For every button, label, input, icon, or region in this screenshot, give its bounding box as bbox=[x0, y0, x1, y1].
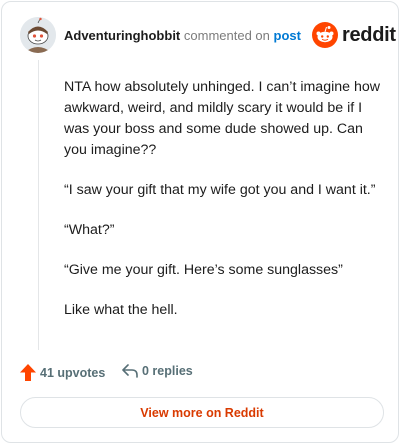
username-link[interactable]: Adventuringhobbit bbox=[64, 28, 180, 43]
comment-paragraph: NTA how absolutely unhinged. I can’t ima… bbox=[64, 79, 380, 158]
comment-paragraph: “What?” bbox=[64, 222, 115, 238]
snoo-avatar-icon bbox=[20, 17, 56, 53]
upvote-arrow-icon bbox=[20, 364, 36, 381]
replies-button[interactable]: 0 replies bbox=[122, 364, 193, 378]
user-avatar[interactable] bbox=[20, 17, 56, 53]
action-text: commented on bbox=[183, 28, 270, 43]
comment-body: NTA how absolutely unhinged. I can’t ima… bbox=[64, 77, 389, 340]
comment-embed-card: Adventuringhobbit commented on post redd… bbox=[1, 1, 399, 443]
upvotes-count: 41 upvotes bbox=[40, 365, 106, 380]
comment-paragraph: Like what the hell. bbox=[64, 302, 178, 318]
reddit-snoo-icon bbox=[312, 22, 338, 48]
replies-count: 0 replies bbox=[142, 364, 193, 378]
post-link[interactable]: post bbox=[274, 28, 301, 43]
reddit-wordmark: reddit bbox=[342, 23, 396, 46]
comment-paragraph: “I saw your gift that my wife got you an… bbox=[64, 182, 376, 198]
reply-arrow-icon bbox=[122, 364, 138, 378]
thread-line bbox=[38, 60, 39, 350]
view-more-button[interactable]: View more on Reddit bbox=[20, 397, 384, 428]
upvotes-button[interactable]: 41 upvotes bbox=[20, 364, 105, 381]
reddit-logo[interactable]: reddit bbox=[312, 22, 396, 48]
comment-paragraph: “Give me your gift. Here’s some sunglass… bbox=[64, 262, 343, 278]
comment-header: Adventuringhobbit commented on post bbox=[64, 28, 301, 43]
